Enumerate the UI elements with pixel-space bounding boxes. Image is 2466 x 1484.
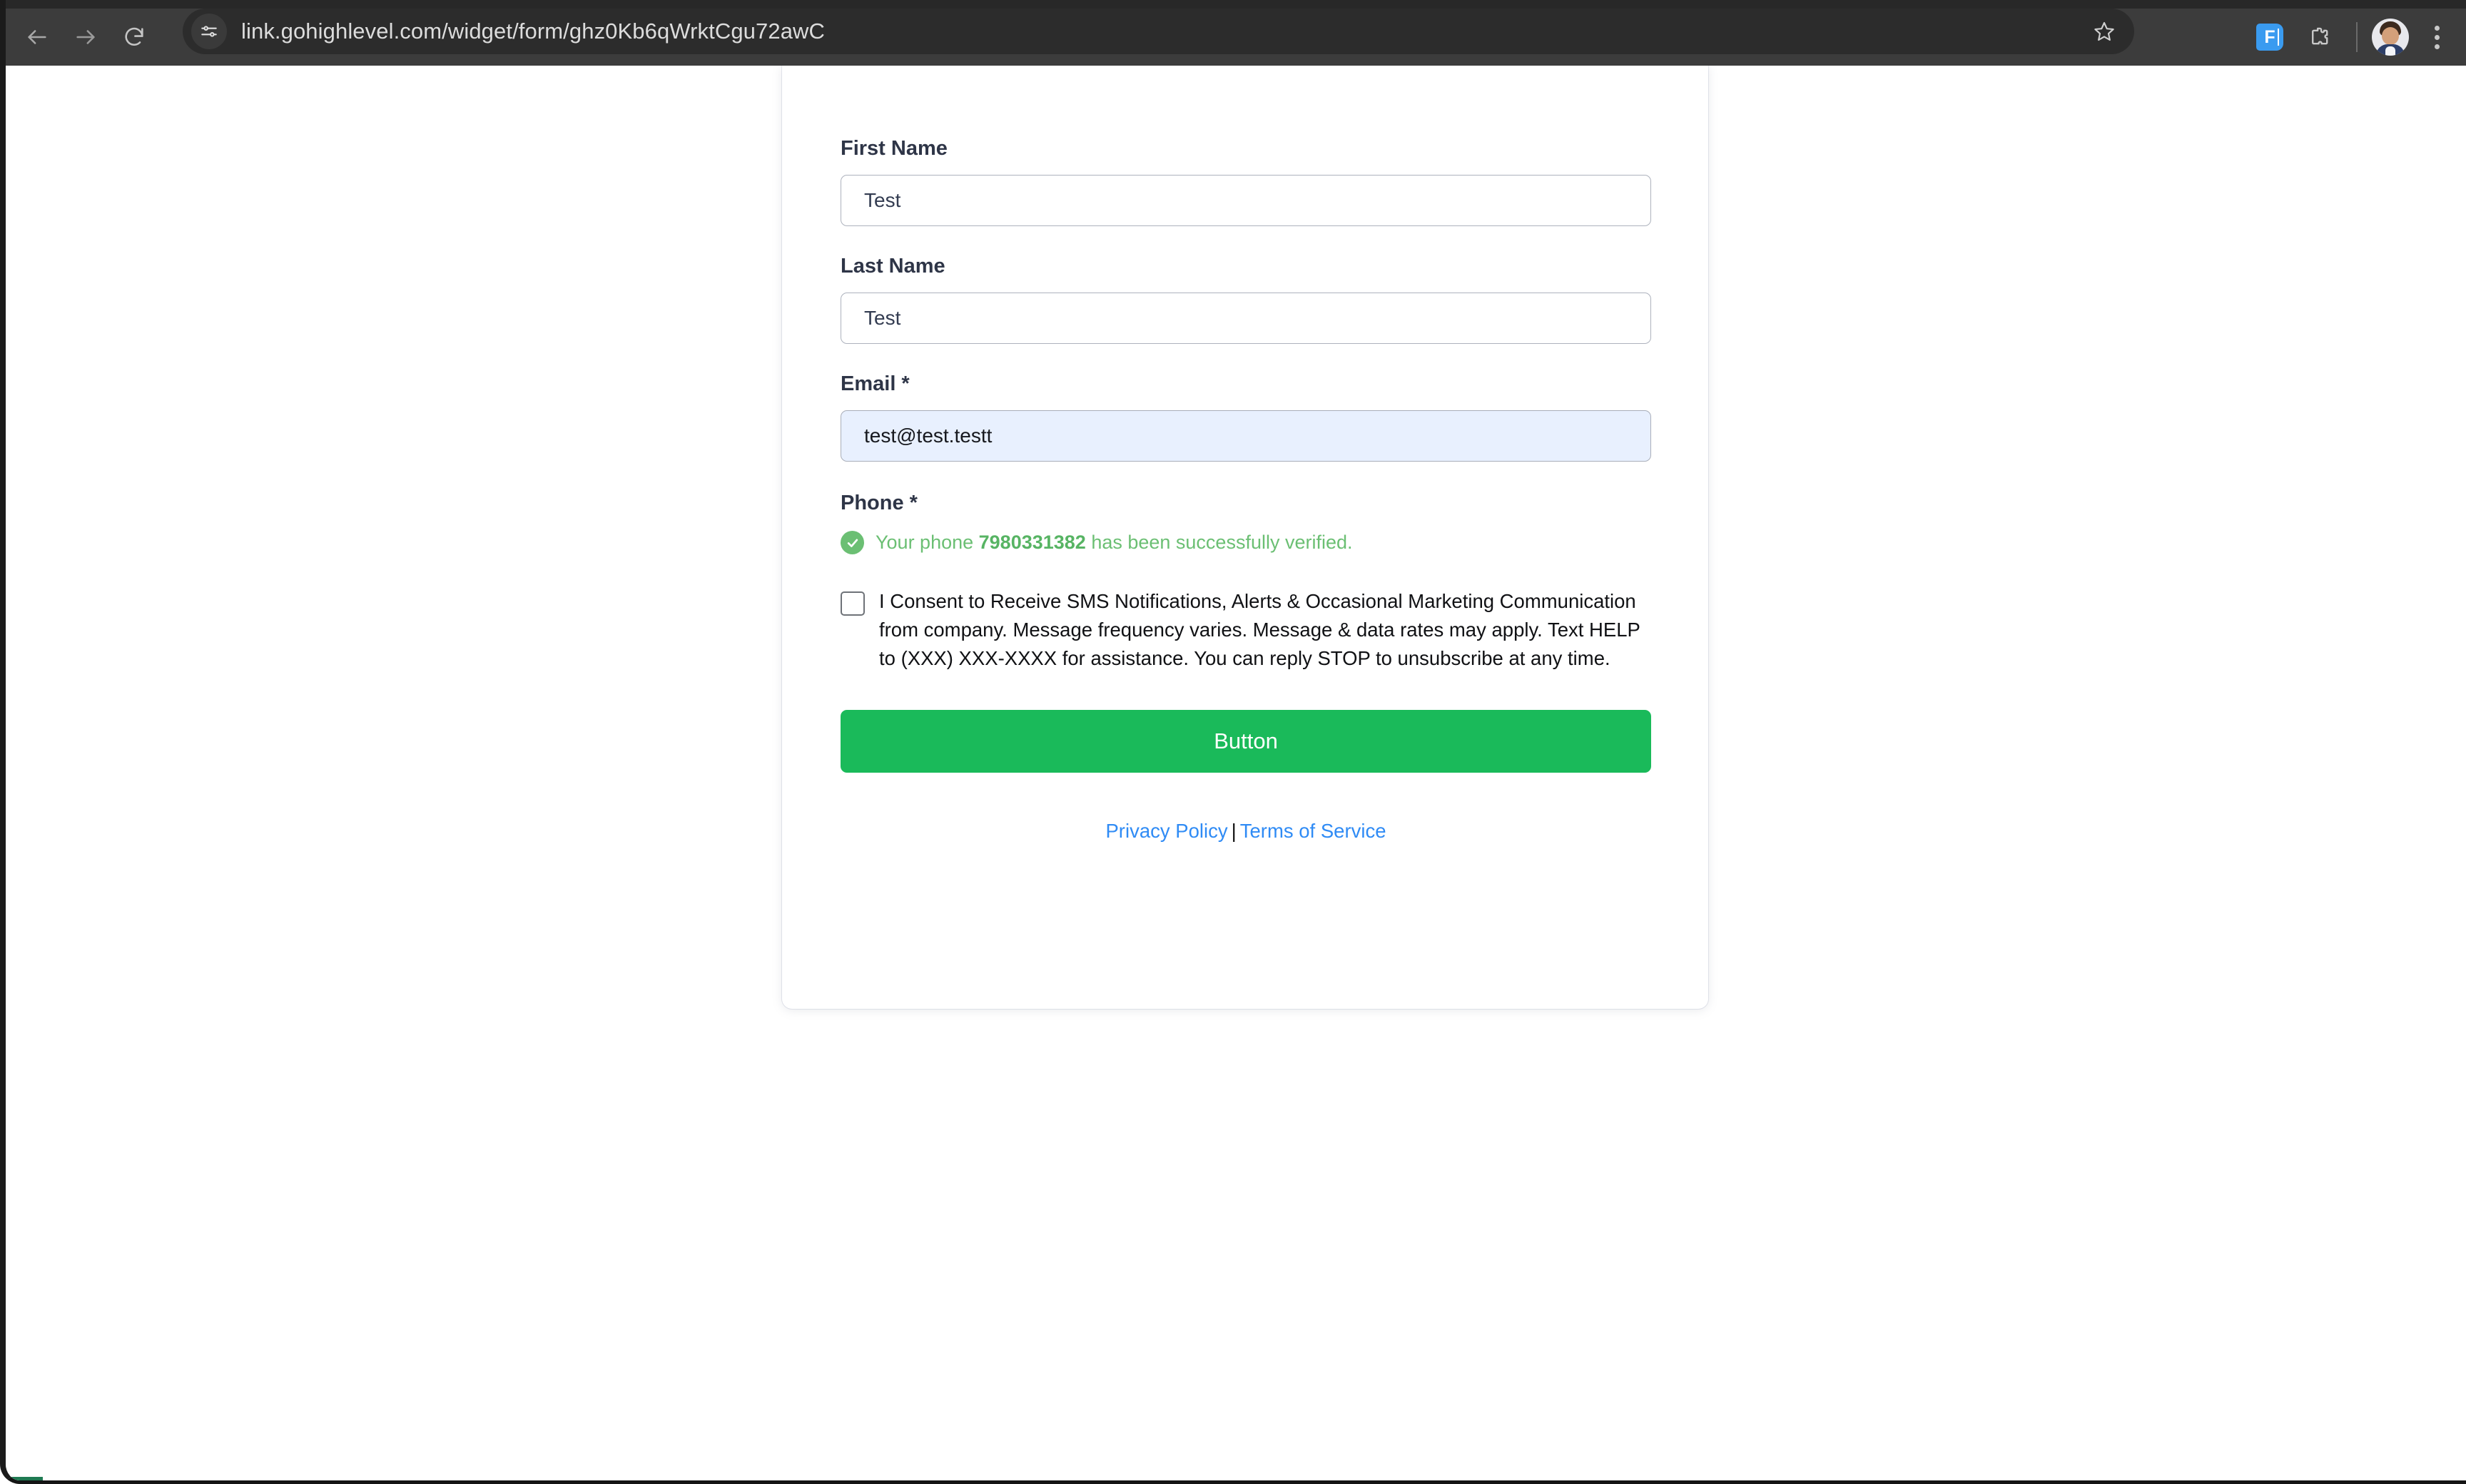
phone-label: Phone * bbox=[841, 492, 918, 514]
form-filler-extension-icon[interactable]: F bbox=[2248, 15, 2292, 59]
avatar-face bbox=[2382, 27, 2399, 45]
check-circle-icon bbox=[841, 531, 864, 554]
forward-button[interactable] bbox=[61, 13, 110, 61]
email-label: Email * bbox=[841, 372, 910, 395]
last-name-input[interactable]: Test bbox=[841, 293, 1651, 344]
navigation-buttons bbox=[13, 9, 158, 66]
terms-of-service-link[interactable]: Terms of Service bbox=[1240, 820, 1386, 842]
site-settings-icon[interactable] bbox=[191, 14, 227, 49]
footer-separator: | bbox=[1231, 820, 1237, 842]
page-viewport: First Name Test Last Name Test Email * t… bbox=[6, 66, 2466, 1480]
field-phone: Phone * Your phone 7980331382 has been s… bbox=[841, 493, 1651, 554]
phone-status-suffix: has been successfully verified. bbox=[1085, 532, 1353, 553]
last-name-label: Last Name bbox=[841, 255, 945, 278]
reload-button[interactable] bbox=[110, 13, 158, 61]
phone-verified-status: Your phone 7980331382 has been successfu… bbox=[841, 531, 1651, 554]
form-content: First Name Test Last Name Test Email * t… bbox=[841, 66, 1651, 843]
sms-consent-label: I Consent to Receive SMS Notifications, … bbox=[879, 590, 1640, 669]
back-button[interactable] bbox=[13, 13, 61, 61]
privacy-policy-link[interactable]: Privacy Policy bbox=[1105, 820, 1227, 842]
footer-links: Privacy Policy | Terms of Service bbox=[841, 820, 1651, 843]
browser-window: link.gohighlevel.com/widget/form/ghz0Kb6… bbox=[0, 0, 2466, 1484]
first-name-input[interactable]: Test bbox=[841, 175, 1651, 226]
email-input[interactable]: test@test.testt bbox=[841, 410, 1651, 462]
tab-strip-area bbox=[6, 0, 2466, 9]
form-card: First Name Test Last Name Test Email * t… bbox=[782, 66, 1708, 1009]
sms-consent-row: I Consent to Receive SMS Notifications, … bbox=[841, 587, 1651, 673]
toolbar-divider bbox=[2356, 22, 2358, 52]
submit-button[interactable]: Button bbox=[841, 710, 1651, 773]
phone-status-text: Your phone 7980331382 has been successfu… bbox=[876, 532, 1353, 554]
profile-avatar[interactable] bbox=[2372, 19, 2409, 56]
extension-f-glyph: F bbox=[2256, 24, 2283, 51]
browser-toolbar: link.gohighlevel.com/widget/form/ghz0Kb6… bbox=[6, 0, 2466, 66]
chrome-menu-icon[interactable] bbox=[2415, 15, 2459, 59]
field-first-name: First Name Test bbox=[841, 138, 1651, 226]
first-name-label: First Name bbox=[841, 137, 948, 160]
field-email: Email * test@test.testt bbox=[841, 374, 1651, 462]
sms-consent-checkbox[interactable] bbox=[841, 591, 865, 616]
address-bar[interactable]: link.gohighlevel.com/widget/form/ghz0Kb6… bbox=[183, 9, 2134, 54]
bookmark-star-icon[interactable] bbox=[2084, 11, 2124, 51]
avatar-collar bbox=[2385, 46, 2395, 56]
three-dots-glyph bbox=[2434, 25, 2440, 49]
toolbar-actions: F bbox=[2248, 9, 2459, 66]
url-text: link.gohighlevel.com/widget/form/ghz0Kb6… bbox=[241, 19, 826, 44]
extensions-puzzle-icon[interactable] bbox=[2298, 15, 2342, 59]
window-bottom-accent bbox=[11, 1477, 43, 1480]
phone-status-number: 7980331382 bbox=[978, 532, 1086, 553]
phone-status-prefix: Your phone bbox=[876, 532, 979, 553]
field-last-name: Last Name Test bbox=[841, 256, 1651, 344]
